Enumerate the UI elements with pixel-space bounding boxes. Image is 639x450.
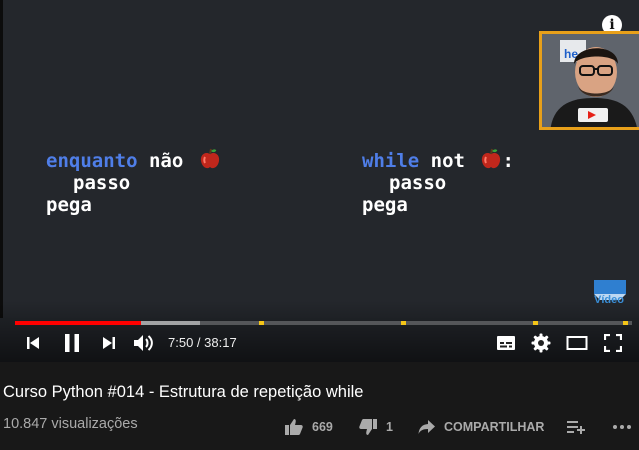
code-colon: : xyxy=(502,150,514,172)
share-button[interactable]: COMPARTILHAR xyxy=(418,417,544,437)
subtitles-icon xyxy=(497,336,515,350)
pause-icon xyxy=(65,334,79,352)
save-to-playlist-button[interactable] xyxy=(567,417,593,437)
code-line: pega xyxy=(362,194,514,216)
like-count: 669 xyxy=(312,420,333,434)
theater-mode-button[interactable] xyxy=(565,331,589,355)
pause-button[interactable] xyxy=(59,331,85,355)
chapter-marker xyxy=(533,321,539,325)
dislike-button[interactable]: 1 xyxy=(358,417,393,437)
progress-played xyxy=(15,321,142,325)
theater-icon xyxy=(566,336,588,350)
code-block-portuguese: enquanto não passo pega xyxy=(46,148,221,216)
settings-button[interactable] xyxy=(529,331,553,355)
chapter-marker xyxy=(258,321,264,325)
code-text: passo xyxy=(73,172,131,194)
thumbs-down-icon xyxy=(359,419,377,435)
next-icon xyxy=(103,337,115,349)
thumbs-up-icon xyxy=(285,419,303,435)
view-count: 10.847 visualizações xyxy=(3,416,138,432)
volume-icon xyxy=(134,335,153,351)
subtitles-button[interactable] xyxy=(494,331,518,355)
share-icon xyxy=(418,420,435,434)
apple-icon xyxy=(482,148,501,169)
progress-bar[interactable] xyxy=(15,321,632,325)
volume-button[interactable] xyxy=(132,331,156,355)
more-icon xyxy=(613,425,631,429)
fullscreen-icon xyxy=(604,334,622,352)
previous-icon xyxy=(27,337,39,349)
video-title: Curso Python #014 - Estrutura de repetiç… xyxy=(3,383,364,401)
apple-icon xyxy=(200,148,219,169)
code-keyword: enquanto xyxy=(46,150,138,172)
code-text: pega xyxy=(362,194,408,216)
playlist-add-icon xyxy=(567,421,585,434)
dislike-count: 1 xyxy=(386,420,393,434)
chapter-marker xyxy=(622,321,628,325)
presenter-webcam: he xyxy=(539,31,639,130)
more-actions-button[interactable] xyxy=(612,417,639,437)
fullscreen-button[interactable] xyxy=(601,331,625,355)
share-label: COMPARTILHAR xyxy=(444,420,545,434)
frame-edge xyxy=(0,0,3,318)
code-block-python: while not : passo pega xyxy=(362,148,514,216)
next-button[interactable] xyxy=(98,331,120,355)
previous-button[interactable] xyxy=(22,331,44,355)
presenter-image: he xyxy=(542,34,639,127)
code-text: não xyxy=(148,150,184,172)
video-player[interactable]: enquanto não passo pega while not: pass… xyxy=(0,0,639,362)
code-text: passo xyxy=(389,172,447,194)
code-text: pega xyxy=(46,194,92,216)
code-text: not xyxy=(430,150,465,172)
code-line: enquanto não xyxy=(46,148,221,172)
code-line: passo xyxy=(362,172,514,194)
time-display: 7:50 / 38:17 xyxy=(168,335,237,350)
like-button[interactable]: 669 xyxy=(284,417,333,437)
code-line: while not : xyxy=(362,148,514,172)
settings-icon xyxy=(531,333,551,353)
code-line: pega xyxy=(46,194,221,216)
code-line: passo xyxy=(46,172,221,194)
code-keyword: while xyxy=(362,150,420,172)
chapter-marker xyxy=(400,321,406,325)
